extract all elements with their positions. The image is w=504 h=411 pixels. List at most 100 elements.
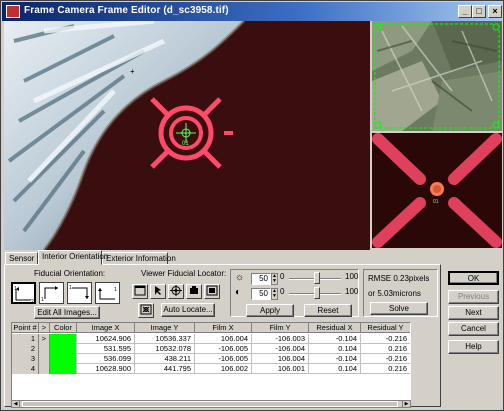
fiducial-orientation-option-3[interactable]: 1 [67,282,92,304]
table-cell-image-x: 536.099 [77,354,135,364]
scrollbar-thumb[interactable] [22,401,398,407]
solve-button[interactable]: Solve [370,302,428,315]
cancel-button[interactable]: Cancel [448,322,499,336]
table-cell-marker [39,354,50,364]
table-cell-film-y: 106.004 [252,354,309,364]
table-cell-film-y: -106.004 [252,344,309,354]
contrast-spinner[interactable]: ▲ ▼ [271,288,278,300]
fiducial-orientation-option-4[interactable]: 1 [95,282,120,304]
camera-icon[interactable] [186,284,202,299]
svg-text:+: + [130,67,135,76]
zoom-image: 01 [372,133,502,248]
apply-button[interactable]: Apply [246,304,294,317]
svg-text:1: 1 [69,285,72,291]
table-cell-residual-x: -0.104 [309,354,361,364]
table-header-cell[interactable]: Image X [77,323,135,333]
overview-viewer[interactable] [372,21,502,131]
table-horizontal-scrollbar[interactable]: ◀ ▶ [11,400,411,408]
edit-all-images-button[interactable]: Edit All Images... [34,306,100,319]
zoom-fiducial-label: 01 [433,199,439,205]
place-fiducial-icon[interactable] [168,284,184,299]
table-header-cell[interactable]: > [39,323,50,333]
brightness-icon: ☼ [235,272,245,283]
orientation-icon: 1 [41,286,58,303]
table-cell-film-x: -106.005 [195,354,252,364]
svg-text:1: 1 [114,287,117,293]
table-header-cell[interactable]: Film X [195,323,252,333]
auto-locate-button[interactable]: Auto Locate... [161,303,215,317]
table-cell-image-y: 441.795 [135,364,195,374]
brightness-min-label: 0 [280,272,285,281]
zoom-viewer[interactable]: 01 [372,133,502,248]
main-image: + 01 [4,21,370,250]
brightness-spinner[interactable]: ▲ ▼ [271,273,278,285]
table-cell-image-x: 10624.906 [77,334,135,344]
scroll-left-icon[interactable]: ◀ [12,401,20,407]
rmse-microns-text: or 5.03microns [368,289,421,298]
contrast-slider-thumb[interactable] [314,287,320,299]
table-cell-film-x: 106.004 [195,334,252,344]
table-cell-residual-y: -0.216 [361,334,410,344]
fiducial-image-icon[interactable] [204,284,220,299]
fiducial-orientation-option-1[interactable]: 1 2 [11,282,36,305]
close-button[interactable]: × [488,5,502,18]
frame-editor-window: Frame Camera Frame Editor (d_sc3958.tif)… [0,0,504,411]
table-header-cell[interactable]: Residual X [309,323,361,333]
table-cell-point: 1 [12,334,39,344]
table-header-cell[interactable]: Point # [12,323,39,333]
table-cell-residual-y: -0.216 [361,354,410,364]
minimize-button[interactable]: _ [458,5,472,18]
table-cell-image-y: 438.211 [135,354,195,364]
pointer-icon[interactable] [150,284,166,299]
title-bar[interactable]: Frame Camera Frame Editor (d_sc3958.tif)… [2,2,502,21]
rmse-pixels-text: RMSE 0.23pixels [368,274,430,283]
table-cell-point: 4 [12,364,39,374]
brightness-input[interactable]: 50 [251,273,271,285]
table-cell-film-x: 106.002 [195,364,252,374]
table-cell-point: 3 [12,354,39,364]
table-cell-film-y: -106.003 [252,334,309,344]
table-cell-image-y: 10532.078 [135,344,195,354]
table-header-cell[interactable]: Image Y [135,323,195,333]
table-cell-image-x: 10628.900 [77,364,135,374]
table-header-cell[interactable]: Film Y [252,323,309,333]
table-cell-marker: > [39,334,50,344]
viewer-fiducial-locator-label: Viewer Fiducial Locator: [141,269,227,278]
next-button[interactable]: Next [448,306,499,320]
point-color-swatch[interactable] [50,354,77,364]
svg-text:2: 2 [31,299,34,304]
overview-image [372,21,502,131]
svg-text:1: 1 [14,286,17,292]
scroll-right-icon[interactable]: ▶ [402,401,410,407]
table-cell-point: 2 [12,344,39,354]
orientation-icon: 1 [98,287,117,300]
help-button[interactable]: Help [448,340,499,354]
fiducial-orientation-option-2[interactable]: 1 [39,282,64,304]
table-cell-film-y: 106.001 [252,364,309,374]
table-cell-residual-y: 0.216 [361,364,410,374]
svg-text:1: 1 [41,297,44,303]
contrast-input[interactable]: 50 [251,288,271,300]
point-color-swatch[interactable] [50,334,77,344]
main-image-viewer[interactable]: + 01 [4,21,370,250]
contrast-max-label: 100 [345,287,359,296]
window-title: Frame Camera Frame Editor (d_sc3958.tif) [24,5,229,16]
fiducial-orientation-label: Fiducial Orientation: [34,269,106,278]
table-header-cell[interactable]: Color [50,323,77,333]
ok-button[interactable]: OK [448,271,499,285]
fiducial-grid-icon[interactable] [138,303,154,318]
fiducial-label: 01 [182,141,189,147]
fiducial-table[interactable]: Point # > Color Image X Image Y Film X Film YR… [11,322,411,401]
brightness-slider-thumb[interactable] [314,272,320,284]
maximize-button[interactable]: □ [472,5,486,18]
previous-button[interactable]: Previous [448,290,499,304]
table-cell-residual-x: -0.104 [309,334,361,344]
tab-interior-orientation[interactable]: Interior Orientation [38,250,108,265]
orientation-icon: 1 2 [14,286,34,305]
point-color-swatch[interactable] [50,364,77,374]
point-color-swatch[interactable] [50,344,77,354]
table-header-cell[interactable]: Residual Y [361,323,410,333]
table-cell-image-x: 531.595 [77,344,135,354]
select-viewer-icon[interactable] [132,284,148,299]
reset-button[interactable]: Reset [304,304,352,317]
